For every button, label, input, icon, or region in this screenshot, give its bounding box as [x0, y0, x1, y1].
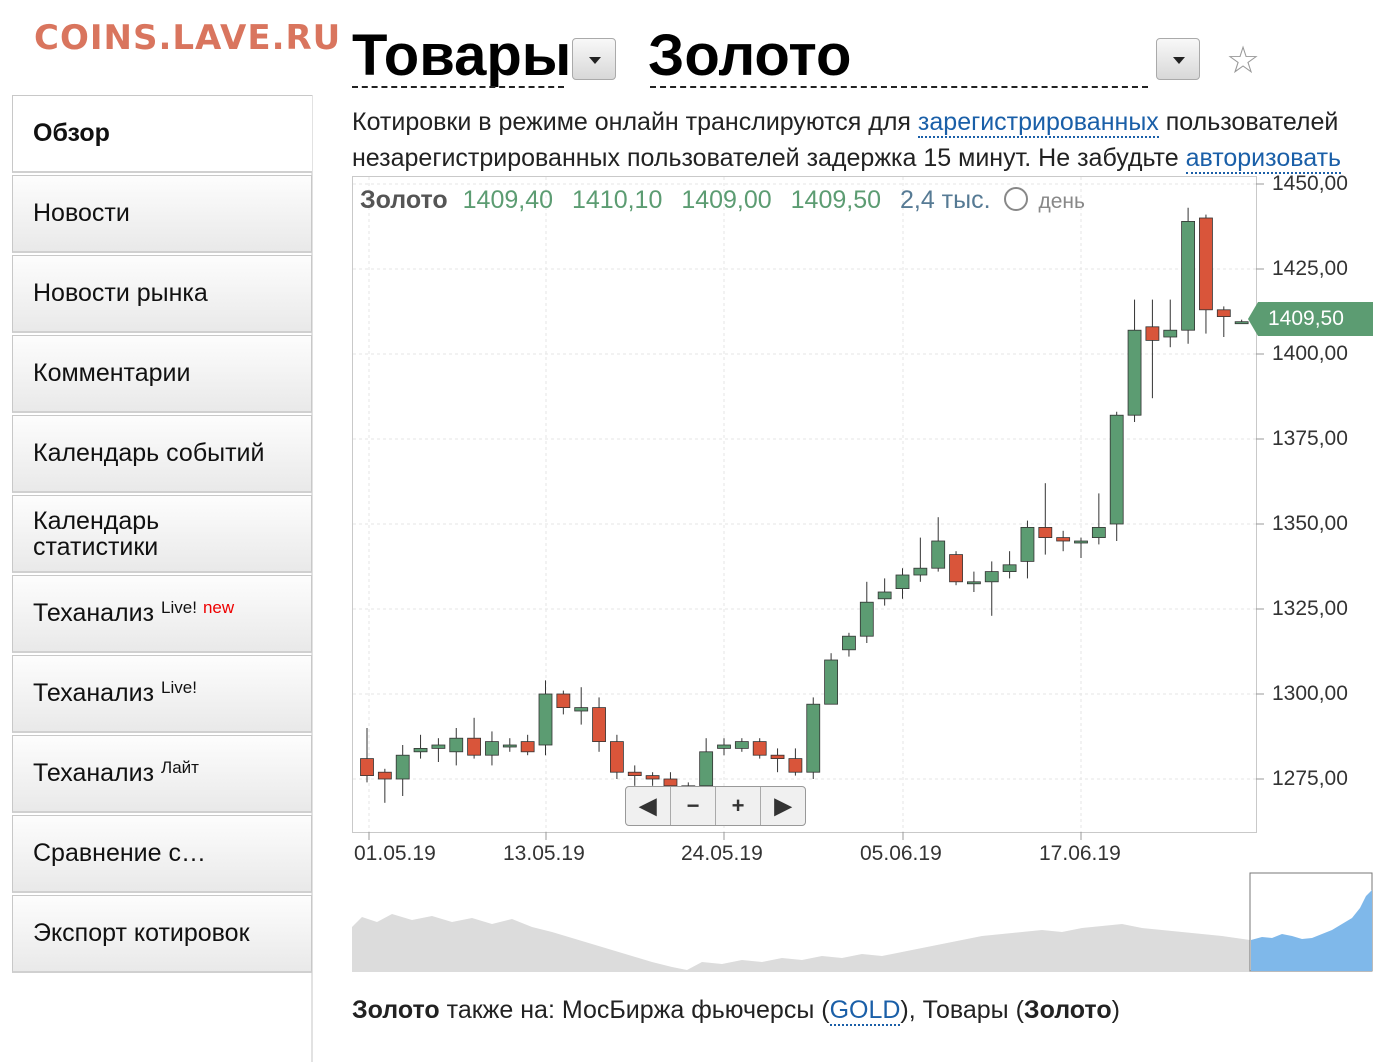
chart-navigation: ◀ − + ▶ — [625, 786, 806, 826]
clock-icon[interactable] — [1003, 187, 1028, 211]
sidebar-item-label: Теханализ — [33, 679, 155, 707]
last-price-tag: 1409,50 — [1248, 302, 1373, 336]
x-tick-label: 17.06.19 — [1039, 842, 1121, 865]
legend-low: 1409,00 — [681, 186, 772, 214]
sidebar-item-overview[interactable]: Обзор — [12, 95, 312, 173]
chart-legend: Золото 1409,40 1410,10 1409,00 1409,50 2… — [360, 184, 1085, 215]
sidebar-item-news[interactable]: Новости — [12, 175, 312, 253]
legend-high: 1410,10 — [571, 186, 663, 214]
sidebar-item-label: Календарь статистики — [33, 506, 160, 561]
zoom-in-button[interactable]: + — [716, 787, 761, 825]
y-tick-label: 1400,00 — [1272, 342, 1348, 365]
range-navigator[interactable] — [352, 872, 1373, 972]
sidebar-item-label: Календарь событий — [33, 439, 265, 467]
gold-futures-link[interactable]: GOLD — [829, 996, 901, 1026]
registered-link[interactable]: зарегистрированных — [917, 108, 1159, 138]
sidebar-item-comments[interactable]: Комментарии — [12, 335, 312, 413]
zoom-out-button[interactable]: − — [671, 787, 716, 825]
sidebar: Обзор Новости Новости рынка Комментарии … — [12, 95, 312, 975]
legend-name: Золото — [360, 186, 448, 214]
instrument-title[interactable]: Золото — [648, 22, 851, 89]
sidebar-item-ta-live-new[interactable]: Теханализ Live! new — [12, 575, 312, 653]
sidebar-item-sup: Лайт — [161, 757, 199, 777]
chart-area[interactable] — [352, 176, 1257, 833]
sidebar-item-export[interactable]: Экспорт котировок — [12, 895, 312, 973]
y-tick-label: 1375,00 — [1272, 427, 1348, 450]
navigator-history-area — [352, 914, 1250, 972]
y-tick-label: 1425,00 — [1272, 257, 1348, 280]
scroll-right-button[interactable]: ▶ — [761, 787, 805, 825]
legend-period[interactable]: день — [1038, 190, 1084, 213]
also-name: Золото — [1023, 996, 1112, 1024]
sidebar-item-label: Новости — [33, 199, 130, 227]
sidebar-item-label: Комментарии — [33, 359, 191, 387]
also-name: Золото — [352, 996, 440, 1024]
sidebar-item-events-calendar[interactable]: Календарь событий — [12, 415, 312, 493]
instrument-dropdown-button[interactable] — [1156, 38, 1200, 80]
x-tick-label: 13.05.19 — [503, 842, 585, 865]
category-underline — [352, 86, 564, 88]
category-dropdown-button[interactable] — [572, 38, 616, 80]
sidebar-item-label: Сравнение с… — [33, 839, 206, 867]
y-tick-label: 1325,00 — [1272, 597, 1348, 620]
legend-open: 1409,40 — [462, 186, 554, 214]
notice-text: Котировки в режиме онлайн транслируются … — [352, 108, 918, 136]
legend-volume: 2,4 тыс. — [899, 186, 991, 214]
new-badge: new — [202, 597, 235, 617]
sidebar-item-label: Теханализ — [33, 759, 155, 787]
authorize-link[interactable]: авторизовать — [1185, 144, 1342, 174]
sidebar-item-label: Новости рынка — [33, 279, 208, 307]
also-text: также на: МосБиржа фьючерсы ( — [439, 996, 830, 1024]
y-tick-label: 1450,00 — [1272, 172, 1348, 195]
x-tick-label: 05.06.19 — [860, 842, 942, 865]
sidebar-item-sup: Live! — [161, 677, 197, 697]
instrument-underline — [650, 86, 1148, 88]
star-icon[interactable]: ☆ — [1226, 38, 1260, 83]
watermark: COINS.LAVE.RU — [34, 18, 342, 58]
x-tick-label: 24.05.19 — [681, 842, 763, 865]
also-text: ), Товары ( — [900, 996, 1024, 1024]
sidebar-item-label: Теханализ — [33, 599, 155, 627]
sidebar-item-sup: Live! — [161, 597, 197, 617]
also-traded-on: Золото также на: МосБиржа фьючерсы (GOLD… — [352, 996, 1120, 1026]
notice-text: пользователей — [1158, 108, 1339, 136]
sidebar-item-compare[interactable]: Сравнение с… — [12, 815, 312, 893]
y-tick-label: 1275,00 — [1272, 767, 1348, 790]
y-tick-label: 1300,00 — [1272, 682, 1348, 705]
category-title[interactable]: Товары — [352, 22, 571, 89]
sidebar-item-stats-calendar[interactable]: Календарь статистики — [12, 495, 312, 573]
sidebar-item-market-news[interactable]: Новости рынка — [12, 255, 312, 333]
sidebar-item-ta-live[interactable]: Теханализ Live! — [12, 655, 312, 733]
y-tick-label: 1350,00 — [1272, 512, 1348, 535]
sidebar-item-ta-lite[interactable]: Теханализ Лайт — [12, 735, 312, 813]
sidebar-item-label: Обзор — [33, 119, 110, 147]
notice-text: незарегистрированных пользователей задер… — [352, 144, 1186, 172]
legend-close: 1409,50 — [790, 186, 882, 214]
realtime-notice: Котировки в режиме онлайн транслируются … — [352, 104, 1373, 176]
x-tick-label: 01.05.19 — [354, 842, 436, 865]
sidebar-item-label: Экспорт котировок — [33, 919, 250, 947]
scroll-left-button[interactable]: ◀ — [626, 787, 671, 825]
also-text: ) — [1111, 996, 1120, 1024]
